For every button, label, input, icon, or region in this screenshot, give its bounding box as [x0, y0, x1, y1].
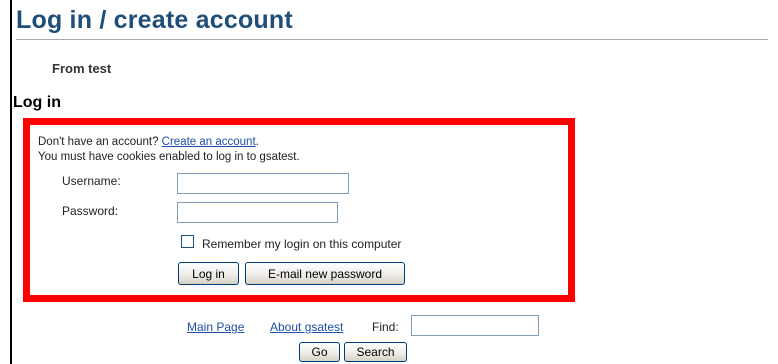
no-account-text: Don't have an account? [38, 136, 162, 148]
no-account-line: Don't have an account? Create an account… [38, 136, 259, 148]
find-label: Find: [372, 320, 399, 334]
remember-login-checkbox[interactable] [181, 235, 194, 248]
cookies-notice: You must have cookies enabled to log in … [38, 151, 300, 163]
create-account-link[interactable]: Create an account [162, 136, 256, 148]
remember-login-label: Remember my login on this computer [202, 237, 402, 251]
page-title: Log in / create account [16, 6, 293, 34]
email-new-password-button[interactable]: E-mail new password [245, 262, 405, 285]
password-input[interactable] [177, 202, 338, 223]
about-link[interactable]: About gsatest [270, 320, 343, 334]
left-border [10, 0, 12, 364]
login-heading: Log in [13, 94, 61, 111]
username-label: Username: [62, 174, 121, 188]
page: Log in / create account From test Log in… [0, 0, 778, 364]
go-button[interactable]: Go [299, 342, 340, 362]
main-page-link[interactable]: Main Page [187, 320, 244, 334]
password-label: Password: [62, 204, 119, 218]
search-button[interactable]: Search [344, 342, 407, 362]
username-input[interactable] [177, 173, 349, 194]
login-button[interactable]: Log in [178, 262, 239, 285]
title-divider [16, 39, 768, 40]
page-subtitle: From test [52, 61, 112, 76]
no-account-suffix: . [255, 136, 259, 148]
find-input[interactable] [411, 315, 539, 336]
